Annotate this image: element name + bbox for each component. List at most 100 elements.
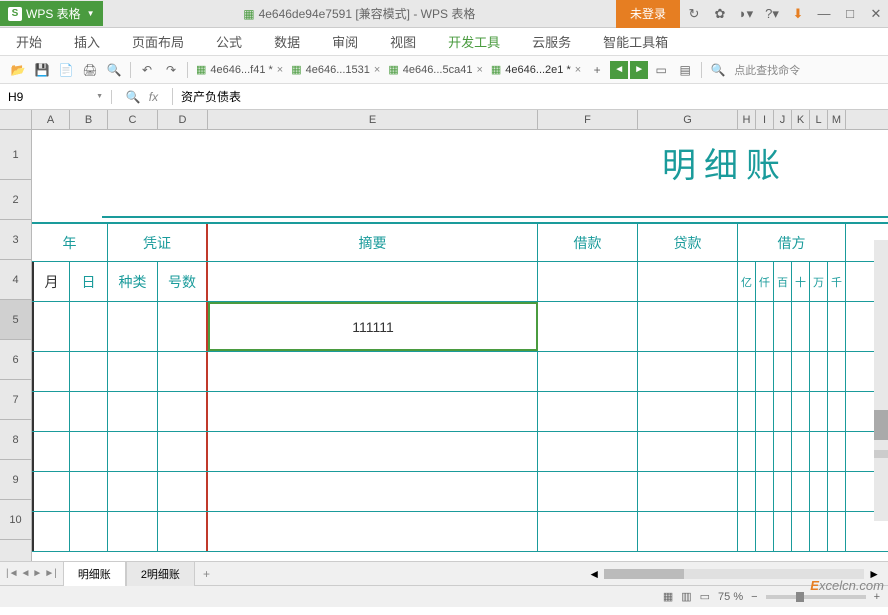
search-icon[interactable]: 🔍 bbox=[708, 60, 728, 80]
col-header[interactable]: F bbox=[538, 110, 638, 129]
fx-icon[interactable]: fx bbox=[149, 90, 158, 104]
prev-sheet-icon[interactable]: ◄ bbox=[21, 568, 31, 579]
row-header[interactable]: 8 bbox=[0, 420, 31, 460]
list-icon[interactable]: ▤ bbox=[675, 60, 695, 80]
row-header[interactable]: 9 bbox=[0, 460, 31, 500]
window-icon[interactable]: ▭ bbox=[651, 60, 671, 80]
menu-review[interactable]: 审阅 bbox=[324, 28, 366, 55]
menu-data[interactable]: 数据 bbox=[266, 28, 308, 55]
menu-layout[interactable]: 页面布局 bbox=[124, 28, 192, 55]
maximize-icon[interactable]: □ bbox=[838, 2, 862, 26]
menu-formula[interactable]: 公式 bbox=[208, 28, 250, 55]
col-header[interactable]: G bbox=[638, 110, 738, 129]
col-header[interactable]: I bbox=[756, 110, 774, 129]
menu-bar: 开始 插入 页面布局 公式 数据 审阅 视图 开发工具 云服务 智能工具箱 bbox=[0, 28, 888, 56]
doc-tab-3[interactable]: ▦4e646...5ca41× bbox=[384, 61, 487, 78]
add-tab-icon[interactable]: + bbox=[587, 60, 607, 80]
add-sheet-icon[interactable]: + bbox=[195, 567, 218, 581]
header-summary: 摘要 bbox=[208, 224, 538, 261]
redo-icon[interactable]: ↷ bbox=[161, 60, 181, 80]
status-bar: ▦ ▥ ▭ 75 % − + bbox=[0, 585, 888, 607]
close-icon[interactable]: ✕ bbox=[864, 2, 888, 26]
menu-start[interactable]: 开始 bbox=[8, 28, 50, 55]
sheet-tab-active[interactable]: 明细账 bbox=[63, 561, 126, 586]
close-tab-icon[interactable]: × bbox=[575, 64, 581, 76]
row-header[interactable]: 2 bbox=[0, 180, 31, 220]
download-icon[interactable]: ⬇ bbox=[786, 2, 810, 26]
formula-bar: H9▼ 🔍 fx 资产负债表 bbox=[0, 84, 888, 110]
name-box[interactable]: H9▼ bbox=[0, 90, 112, 104]
tab-prev-icon[interactable]: ◄ bbox=[610, 61, 628, 79]
menu-view[interactable]: 视图 bbox=[382, 28, 424, 55]
sync-icon[interactable]: ↻ bbox=[682, 2, 706, 26]
doc-tab-2[interactable]: ▦4e646...1531× bbox=[287, 61, 384, 78]
search-hint[interactable]: 点此查找命令 bbox=[734, 62, 800, 78]
row-header[interactable]: 6 bbox=[0, 340, 31, 380]
select-all-corner[interactable] bbox=[0, 110, 32, 129]
zoom-level[interactable]: 75 % bbox=[718, 591, 743, 603]
doc-icon: ▦ bbox=[243, 7, 254, 21]
horizontal-scrollbar[interactable] bbox=[604, 569, 864, 579]
view-normal-icon[interactable]: ▦ bbox=[663, 590, 673, 603]
header-debit: 借款 bbox=[538, 224, 638, 261]
next-sheet-icon[interactable]: ► bbox=[32, 568, 42, 579]
menu-devtools[interactable]: 开发工具 bbox=[440, 28, 508, 55]
row-header[interactable]: 10 bbox=[0, 500, 31, 540]
preview-icon[interactable]: 🔍 bbox=[104, 60, 124, 80]
login-button[interactable]: 未登录 bbox=[616, 0, 680, 28]
col-header[interactable]: E bbox=[208, 110, 538, 129]
tab-next-icon[interactable]: ► bbox=[630, 61, 648, 79]
menu-cloud[interactable]: 云服务 bbox=[524, 28, 579, 55]
col-header[interactable]: A bbox=[32, 110, 70, 129]
zoom-icon[interactable]: 🔍 bbox=[126, 90, 141, 104]
skin-icon[interactable]: ◗▾ bbox=[734, 2, 758, 26]
vertical-scrollbar[interactable] bbox=[874, 240, 888, 521]
doc-tab-4[interactable]: ▦4e646...2e1 *× bbox=[487, 61, 585, 78]
col-header[interactable]: C bbox=[108, 110, 158, 129]
last-sheet-icon[interactable]: ►| bbox=[44, 568, 57, 579]
open-icon[interactable]: 📂 bbox=[8, 60, 28, 80]
col-header[interactable]: B bbox=[70, 110, 108, 129]
sub-header: 千 bbox=[828, 262, 846, 301]
view-page-icon[interactable]: ▥ bbox=[681, 590, 691, 603]
undo-icon[interactable]: ↶ bbox=[137, 60, 157, 80]
row-header[interactable]: 5 bbox=[0, 300, 31, 340]
save-icon[interactable]: 💾 bbox=[32, 60, 52, 80]
row-header[interactable]: 3 bbox=[0, 220, 31, 260]
first-sheet-icon[interactable]: |◄ bbox=[6, 568, 19, 579]
formula-input[interactable]: 资产负债表 bbox=[172, 88, 888, 105]
col-header[interactable]: L bbox=[810, 110, 828, 129]
selected-cell[interactable]: 111111 bbox=[208, 302, 538, 351]
settings-icon[interactable]: ✿ bbox=[708, 2, 732, 26]
app-brand[interactable]: S WPS 表格 ▼ bbox=[0, 1, 103, 26]
col-header[interactable]: D bbox=[158, 110, 208, 129]
print-preview-icon[interactable]: 📄 bbox=[56, 60, 76, 80]
menu-insert[interactable]: 插入 bbox=[66, 28, 108, 55]
close-tab-icon[interactable]: × bbox=[277, 64, 283, 76]
close-tab-icon[interactable]: × bbox=[476, 64, 482, 76]
help-icon[interactable]: ?▾ bbox=[760, 2, 784, 26]
col-header[interactable]: K bbox=[792, 110, 810, 129]
col-header[interactable]: H bbox=[738, 110, 756, 129]
menu-tools[interactable]: 智能工具箱 bbox=[595, 28, 676, 55]
dropdown-icon[interactable]: ▼ bbox=[96, 93, 103, 100]
print-icon[interactable]: 🖨 bbox=[80, 60, 100, 80]
close-tab-icon[interactable]: × bbox=[374, 64, 380, 76]
grid[interactable]: 明细账 年 凭证 摘要 借款 贷款 借方 月 日 种类 号数 bbox=[32, 130, 888, 561]
sub-header: 十 bbox=[792, 262, 810, 301]
app-dropdown-icon[interactable]: ▼ bbox=[87, 9, 95, 18]
col-header[interactable]: J bbox=[774, 110, 792, 129]
header-credit: 贷款 bbox=[638, 224, 738, 261]
sheet-tab[interactable]: 2明细账 bbox=[126, 561, 195, 586]
zoom-slider[interactable] bbox=[766, 595, 866, 599]
zoom-out-icon[interactable]: − bbox=[751, 591, 757, 603]
row-header[interactable]: 1 bbox=[0, 130, 31, 180]
row-header[interactable]: 4 bbox=[0, 260, 31, 300]
sheet-area: A B C D E F G H I J K L M 1 2 3 4 5 6 7 … bbox=[0, 110, 888, 561]
col-header[interactable]: M bbox=[828, 110, 846, 129]
view-break-icon[interactable]: ▭ bbox=[700, 590, 710, 603]
row-header[interactable]: 7 bbox=[0, 380, 31, 420]
scroll-left-icon[interactable]: ◄ bbox=[588, 567, 600, 581]
minimize-icon[interactable]: — bbox=[812, 2, 836, 26]
doc-tab-1[interactable]: ▦4e646...f41 *× bbox=[192, 61, 287, 78]
